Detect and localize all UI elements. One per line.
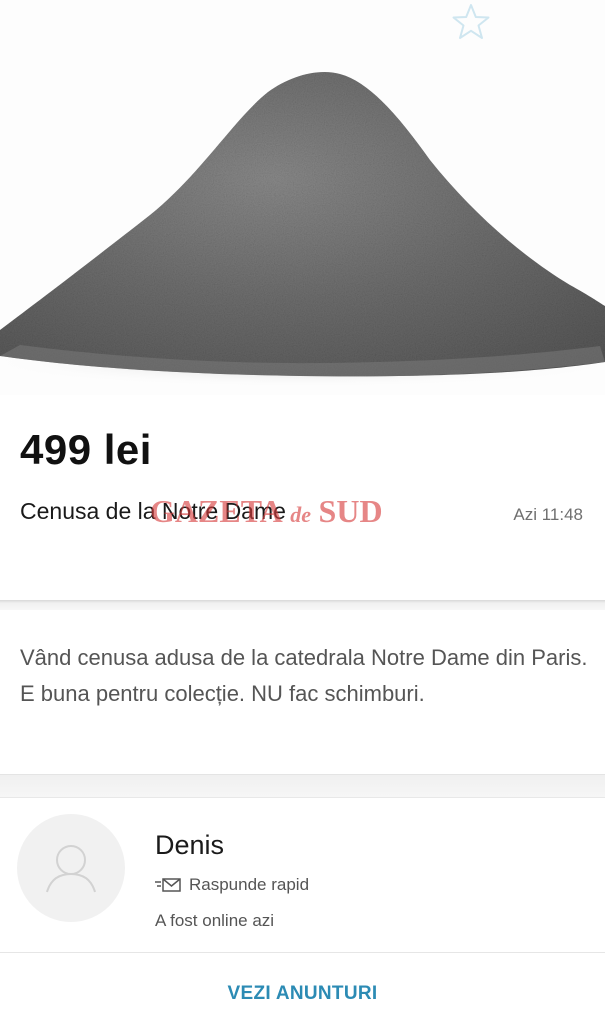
favorite-star-icon[interactable] bbox=[451, 2, 491, 42]
ash-pile-image bbox=[0, 0, 605, 395]
fast-reply-label: Raspunde rapid bbox=[189, 875, 310, 894]
watermark-part2: de bbox=[290, 502, 312, 527]
see-ads-button[interactable]: VEZI ANUNTURI bbox=[0, 983, 605, 1005]
listing-photo[interactable] bbox=[0, 0, 605, 395]
seller-avatar[interactable] bbox=[17, 814, 125, 922]
seller-name[interactable]: Denis bbox=[155, 830, 224, 861]
section-divider bbox=[0, 952, 605, 953]
watermark-part3: SUD bbox=[318, 493, 383, 529]
listing-description: Vând cenusa adusa de la catedrala Notre … bbox=[20, 645, 588, 706]
fast-reply-badge: Raspunde rapid bbox=[155, 875, 309, 895]
watermark-part1: GAZETA bbox=[150, 493, 283, 529]
seller-last-online: A fost online azi bbox=[155, 911, 275, 930]
section-divider bbox=[0, 774, 605, 798]
envelope-speed-icon bbox=[155, 878, 181, 892]
listing-price: 499 lei bbox=[20, 426, 152, 473]
listing-date: Azi 11:48 bbox=[513, 505, 583, 524]
section-divider bbox=[0, 600, 605, 610]
user-placeholder-icon bbox=[46, 845, 96, 893]
watermark: GAZETA de SUD bbox=[150, 493, 383, 530]
